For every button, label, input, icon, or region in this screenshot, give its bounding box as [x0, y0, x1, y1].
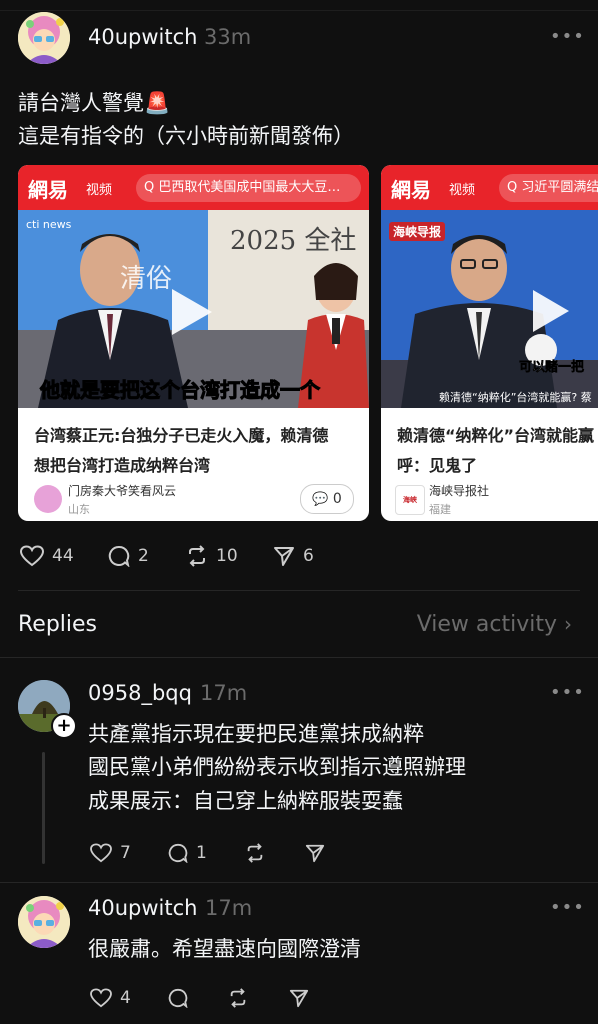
video-tab: 视频 [86, 183, 113, 198]
share-icon [289, 989, 309, 1008]
repost-button[interactable] [228, 988, 248, 1008]
replies-heading: Replies [18, 612, 98, 637]
reply-username[interactable]: 0958_bqq [88, 681, 192, 705]
netease-logo: 網易 [28, 178, 68, 202]
like-button[interactable]: 7 [90, 843, 131, 863]
repost-icon [247, 843, 263, 863]
netease-logo: 網易 [391, 178, 431, 202]
comment-icon [168, 843, 188, 863]
card-title[interactable]: 赖清德“纳粹化”台湾就能赢 呼：见鬼了 [397, 421, 598, 481]
thumb-caption: 他就是要把这个台湾打造成一个 [40, 378, 321, 403]
video-thumbnail: 海峡导报 可以赌一把 赖清德“纳粹化”台湾就能赢? 蔡 [381, 210, 598, 408]
card-title-line2: 呼：见鬼了 [397, 456, 478, 475]
play-icon[interactable] [531, 288, 571, 338]
source-name: 门房秦大爷笑看风云 [68, 484, 177, 498]
share-button[interactable] [305, 843, 325, 863]
like-button[interactable]: 44 [20, 545, 74, 567]
news-card-1[interactable]: 網易 视频 Q 巴西取代美国成中国最大大豆… cti news 2025 全社 … [18, 165, 369, 521]
search-box: Q 巴西取代美国成中国最大大豆… [136, 174, 361, 202]
post-text-line1: 請台灣人警覺🚨 [18, 91, 171, 115]
source-avatar: 海峡 [395, 485, 425, 515]
reply-line2: 國民黨小弟們紛紛表示收到指示遵照辦理 [88, 755, 466, 779]
top-divider [0, 10, 598, 11]
card-header: 網易 视频 Q 习近平圆满结束 [381, 165, 598, 210]
reply-time: 17m [200, 681, 248, 705]
comment-button[interactable]: 2 [108, 545, 149, 567]
reply-line3: 成果展示：自己穿上納粹服裝耍蠢 [88, 789, 403, 813]
like-count: 44 [52, 546, 74, 566]
comment-button[interactable]: 1 [168, 843, 207, 863]
thread-line [42, 752, 45, 864]
card-title-line1: 赖清德“纳粹化”台湾就能赢 [397, 426, 595, 445]
like-button[interactable]: 4 [90, 988, 131, 1008]
view-activity-label: View activity [416, 612, 557, 637]
share-button[interactable]: 6 [273, 545, 314, 567]
heart-icon [90, 988, 112, 1008]
thumb-brand: 海峡导报 [389, 222, 446, 241]
post-time: 33m [204, 25, 252, 49]
search-box: Q 习近平圆满结束 [499, 174, 598, 202]
share-icon [305, 844, 325, 863]
share-button[interactable] [289, 988, 309, 1008]
reply-time: 17m [205, 896, 253, 920]
card-comment-button[interactable]: 💬 0 [300, 484, 354, 514]
card-title-line1: 台湾蔡正元:台独分子已走火入魔，赖清德 [34, 426, 329, 445]
source-avatar [34, 485, 62, 513]
card-comment-count: 0 [332, 491, 342, 507]
video-thumbnail: cti news 2025 全社 清俗 他就是要把这个台湾打造成一个 [18, 210, 369, 408]
thumb-bubble: 可以赌一把 [519, 360, 585, 376]
source-location: 山东 [68, 503, 90, 516]
share-count: 6 [303, 546, 314, 566]
divider [18, 590, 580, 591]
thumb-year: 2025 全社 [230, 226, 357, 256]
divider [0, 882, 598, 883]
follow-plus-icon[interactable]: + [51, 713, 77, 739]
avatar[interactable] [18, 12, 70, 64]
comment-count: 2 [138, 546, 149, 566]
card-title[interactable]: 台湾蔡正元:台独分子已走火入魔，赖清德 想把台湾打造成纳粹台湾 [34, 421, 364, 481]
source-name: 海峡导报社 [429, 484, 490, 498]
more-icon[interactable]: ••• [550, 682, 585, 703]
thumb-name: 清俗 [120, 264, 173, 294]
more-icon[interactable]: ••• [550, 26, 585, 47]
thumb-channel: cti news [26, 218, 72, 231]
heart-icon [20, 545, 44, 567]
video-tab: 视频 [449, 183, 476, 198]
like-count: 7 [120, 843, 131, 863]
share-icon [274, 547, 294, 566]
play-icon[interactable] [170, 287, 214, 341]
card-title-line2: 想把台湾打造成纳粹台湾 [34, 456, 211, 475]
divider [0, 657, 598, 658]
post-text-line2: 這是有指令的（六小時前新聞發佈） [18, 124, 354, 148]
card-header: 網易 视频 Q 巴西取代美国成中国最大大豆… [18, 165, 369, 210]
chevron-right-icon: › [564, 612, 572, 636]
comment-icon [168, 988, 188, 1008]
source-location: 福建 [429, 503, 451, 516]
reply-line1: 很嚴肅。希望盡速向國際澄清 [88, 937, 361, 961]
repost-button[interactable] [245, 843, 265, 863]
more-icon[interactable]: ••• [550, 897, 585, 918]
repost-count: 10 [216, 546, 238, 566]
heart-icon [90, 843, 112, 863]
reply-username[interactable]: 40upwitch [88, 896, 197, 920]
like-count: 4 [120, 988, 131, 1008]
repost-icon [189, 545, 205, 567]
repost-button[interactable]: 10 [186, 545, 238, 567]
post-username[interactable]: 40upwitch [88, 25, 197, 49]
comment-icon [108, 545, 130, 567]
comment-count: 1 [196, 843, 207, 863]
repost-icon [230, 988, 246, 1008]
reply-line1: 共產黨指示現在要把民進黨抹成納粹 [88, 722, 424, 746]
thumb-caption: 赖清德“纳粹化”台湾就能赢? 蔡 [439, 391, 592, 404]
news-card-2[interactable]: 網易 视频 Q 习近平圆满结束 海峡导报 可以赌一把 赖清德“纳粹化”台湾就能赢… [381, 165, 598, 521]
avatar[interactable] [18, 896, 70, 948]
comment-button[interactable] [168, 988, 188, 1008]
comment-icon: 💬 [312, 492, 329, 507]
view-activity-link[interactable]: View activity › [417, 612, 572, 637]
